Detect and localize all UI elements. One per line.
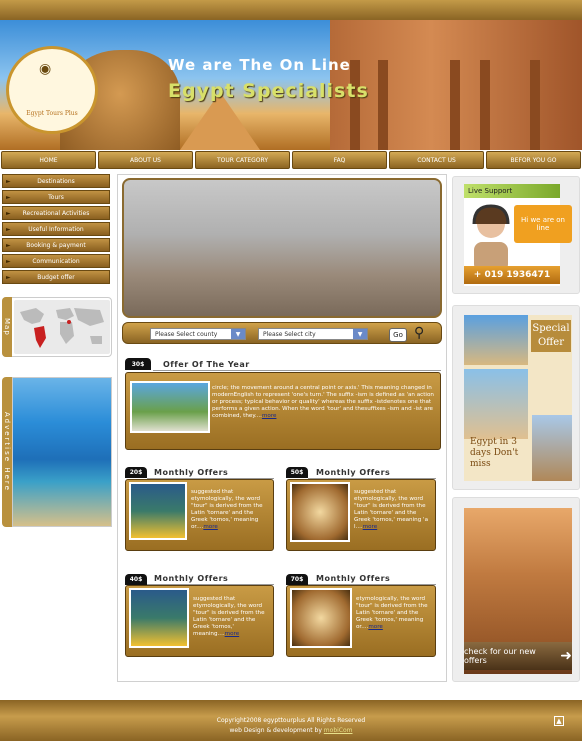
more-link[interactable]: more (203, 524, 218, 530)
offer-year-title: Offer Of The Year (163, 360, 250, 369)
more-link[interactable]: more (225, 631, 240, 637)
monthly-offer-text: suggested that etymologically, the word … (191, 489, 263, 530)
monthly-offer-thumb[interactable] (290, 482, 350, 542)
country-select[interactable]: Please Select county ▼ (150, 328, 246, 340)
sidebar-item-tours[interactable]: ► Tours (2, 190, 110, 204)
monthly-offer-text: suggested that etymologically, the word … (193, 596, 265, 637)
site-logo[interactable]: ◉ Egypt Tours Plus (6, 46, 98, 134)
support-phone: + 019 1936471 (464, 266, 560, 284)
arrow-icon: ► (6, 193, 11, 201)
monthly-price: 70$ (286, 574, 308, 585)
city-select[interactable]: Please Select city ▼ (258, 328, 368, 340)
monthly-offer-text: suggested that etymologically, the word … (354, 489, 428, 530)
live-support-title: Live Support (464, 184, 560, 198)
sidebar-item-label: Tours (48, 193, 64, 201)
nav-contact-us[interactable]: CONTACT US (389, 151, 484, 169)
monthly-title: Monthly Offers (316, 468, 391, 477)
sidebar-item-label: Booking & payment (26, 241, 86, 249)
sidebar-item-recreational[interactable]: ► Recreational Activities (2, 206, 110, 220)
nav-home[interactable]: HOME (1, 151, 96, 169)
sidebar-item-booking[interactable]: ► Booking & payment (2, 238, 110, 252)
more-link[interactable]: more (368, 624, 383, 630)
sidebar-item-useful-info[interactable]: ► Useful Information (2, 222, 110, 236)
statue-photo (532, 415, 572, 481)
monthly-price: 40$ (125, 574, 147, 585)
divider (153, 370, 441, 371)
sidebar-item-label: Destinations (37, 177, 75, 185)
monthly-price: 50$ (286, 467, 308, 478)
monthly-title: Monthly Offers (154, 468, 229, 477)
special-offer-label: Special Offer (531, 320, 571, 352)
header-banner: ◉ Egypt Tours Plus We are The On Line Eg… (0, 20, 582, 150)
back-to-top-icon[interactable]: ▲ (554, 716, 564, 726)
sidebar-item-label: Communication (32, 257, 80, 265)
search-icon[interactable]: ⚲ (414, 325, 424, 341)
online-status-bubble[interactable]: Hi we are on line (514, 205, 572, 243)
offer-year-thumb[interactable] (130, 381, 210, 433)
nav-about-us[interactable]: ABOUT US (98, 151, 193, 169)
developer-link[interactable]: mobiCom (324, 727, 353, 734)
arrow-icon: ► (6, 273, 11, 281)
monthly-title: Monthly Offers (316, 574, 391, 583)
nav-faq[interactable]: FAQ (292, 151, 387, 169)
chevron-down-icon: ▼ (353, 329, 367, 339)
monthly-offer-thumb[interactable] (129, 588, 189, 648)
arrow-right-icon: ➜ (560, 648, 572, 664)
sidebar-item-destinations[interactable]: ► Destinations (2, 174, 110, 188)
world-map[interactable] (14, 300, 110, 354)
sidebar-item-budget-offer[interactable]: ► Budget offer (2, 270, 110, 284)
headline-line1: We are The On Line (168, 56, 351, 74)
monthly-title: Monthly Offers (154, 574, 229, 583)
developer-credit: web Design & development by mobiCom (229, 727, 353, 734)
tourist-photo (464, 369, 528, 439)
country-select-value: Please Select county (155, 330, 218, 338)
footer-text: Copyright2008 egypttourplus All Rights R… (0, 716, 582, 736)
nav-tour-category[interactable]: TOUR CATEGORY (195, 151, 290, 169)
main-nav: HOME ABOUT US TOUR CATEGORY FAQ CONTACT … (0, 151, 582, 169)
top-strip (0, 0, 582, 20)
arrow-icon: ► (6, 177, 11, 185)
new-offers-label: check for our new offers (464, 647, 536, 665)
arrow-icon: ► (6, 209, 11, 217)
offer-year-price: 30$ (125, 358, 151, 370)
sidebar-item-label: Recreational Activities (22, 209, 90, 217)
map-tab: Map (2, 297, 12, 357)
hero-slideshow-image (122, 178, 442, 318)
monthly-offer-thumb[interactable] (290, 588, 352, 648)
monthly-price: 20$ (125, 467, 147, 478)
special-offer-caption: Egypt in 3 days Don't miss (470, 437, 519, 469)
camel-photo (464, 315, 528, 365)
chevron-down-icon: ▼ (231, 329, 245, 339)
more-link[interactable]: more (262, 413, 277, 419)
advertise-tab: Advertise Here (2, 377, 12, 527)
headline-line2: Egypt Specialists (168, 80, 369, 102)
arrow-icon: ► (6, 257, 11, 265)
arrow-icon: ► (6, 241, 11, 249)
offer-year-text: circle; the movement around a central po… (212, 385, 434, 419)
monthly-offer-thumb[interactable] (129, 482, 187, 540)
monthly-offer-text: etymologically, the word "tour" is deriv… (356, 596, 428, 630)
headset-agent-icon (472, 204, 510, 272)
new-offers-button[interactable]: check for our new offers ➜ (464, 642, 572, 670)
sidebar-item-communication[interactable]: ► Communication (2, 254, 110, 268)
sidebar-item-label: Useful Information (28, 225, 84, 233)
logo-text: Egypt Tours Plus (26, 110, 78, 117)
more-link[interactable]: more (363, 524, 378, 530)
copyright: Copyright2008 egypttourplus All Rights R… (216, 717, 366, 724)
eye-of-horus-icon: ◉ (39, 61, 52, 77)
nav-before-you-go[interactable]: BEFOR YOU GO (486, 151, 581, 169)
advertise-image[interactable] (12, 377, 112, 527)
go-button[interactable]: Go (389, 328, 407, 342)
arrow-icon: ► (6, 225, 11, 233)
city-select-value: Please Select city (263, 330, 316, 338)
sidebar-item-label: Budget offer (37, 273, 75, 281)
sidebar-menu: ► Destinations ► Tours ► Recreational Activ… (2, 174, 110, 286)
